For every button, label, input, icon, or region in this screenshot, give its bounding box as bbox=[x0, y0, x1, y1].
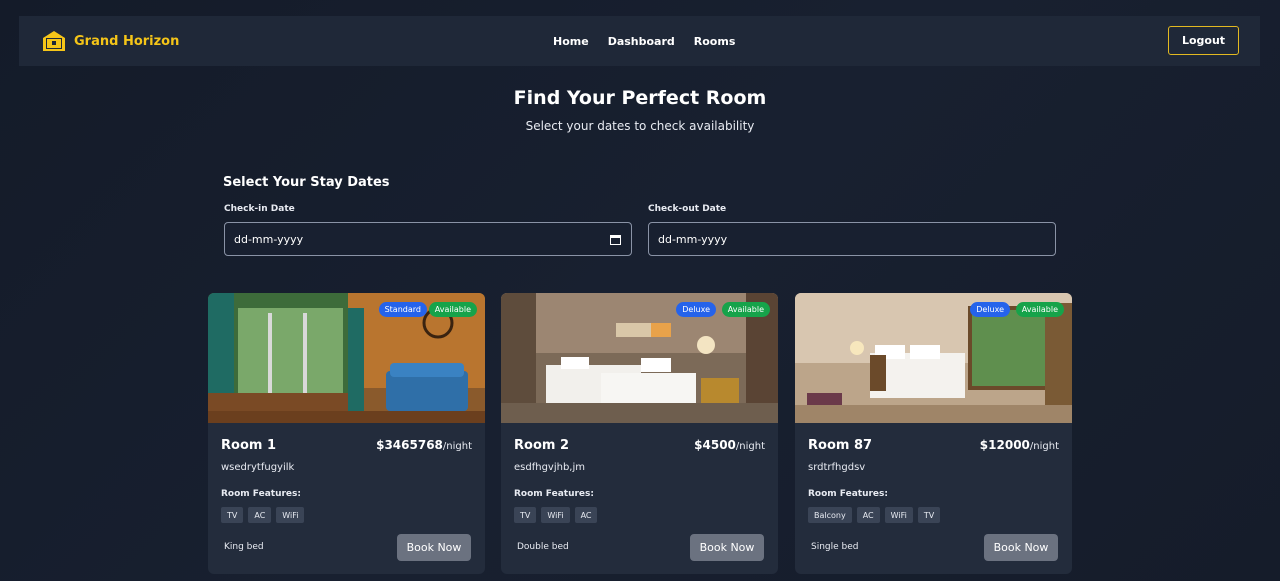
price-value: $3465768 bbox=[376, 438, 443, 452]
room-description: wsedrytfugyilk bbox=[221, 462, 295, 473]
book-now-button[interactable]: Book Now bbox=[690, 534, 764, 561]
room-price: $12000/night bbox=[980, 438, 1059, 452]
checkout-label: Check-out Date bbox=[648, 204, 727, 214]
bed-type: King bed bbox=[224, 542, 264, 552]
room-price: $4500/night bbox=[694, 438, 765, 452]
price-unit: /night bbox=[442, 441, 472, 452]
dates-section-title: Select Your Stay Dates bbox=[223, 175, 390, 190]
brand-name: Grand Horizon bbox=[74, 33, 180, 49]
feature-tag: TV bbox=[514, 507, 537, 523]
feature-tag: TV bbox=[917, 507, 941, 523]
feature-tag: WiFi bbox=[276, 507, 305, 523]
feature-tag: WiFi bbox=[541, 507, 570, 523]
feature-tag: Balcony bbox=[808, 507, 852, 523]
feature-tag: AC bbox=[856, 507, 880, 523]
nav-link-home[interactable]: Home bbox=[553, 35, 589, 48]
book-now-button[interactable]: Book Now bbox=[984, 534, 1058, 561]
room-name: Room 87 bbox=[808, 438, 873, 453]
features-list: TV AC WiFi bbox=[221, 507, 305, 523]
checkin-placeholder: dd-mm-yyyy bbox=[234, 232, 304, 246]
bed-type: Double bed bbox=[517, 542, 569, 552]
features-title: Room Features: bbox=[221, 489, 301, 499]
checkout-date-input[interactable]: dd-mm-yyyy bbox=[648, 222, 1056, 256]
room-card: Deluxe Available Room 87 $12000/night sr… bbox=[795, 293, 1072, 574]
feature-tag: TV bbox=[221, 507, 244, 523]
features-list: Balcony AC WiFi TV bbox=[808, 507, 941, 523]
price-value: $4500 bbox=[694, 438, 736, 452]
availability-badge: Available bbox=[428, 302, 477, 317]
room-type-badge: Standard bbox=[378, 302, 427, 317]
features-title: Room Features: bbox=[808, 489, 888, 499]
checkin-label: Check-in Date bbox=[224, 204, 295, 214]
room-description: srdtrfhgdsv bbox=[808, 462, 866, 473]
room-name: Room 1 bbox=[221, 438, 276, 453]
room-name: Room 2 bbox=[514, 438, 569, 453]
price-value: $12000 bbox=[979, 438, 1030, 452]
feature-tag: AC bbox=[248, 507, 272, 523]
page-title: Find Your Perfect Room bbox=[513, 87, 767, 109]
room-type-badge: Deluxe bbox=[676, 302, 716, 317]
house-icon bbox=[43, 31, 65, 51]
navbar: Grand Horizon Home Dashboard Rooms Logou… bbox=[19, 16, 1260, 66]
feature-tag: WiFi bbox=[884, 507, 913, 523]
availability-badge: Available bbox=[721, 302, 770, 317]
checkin-date-input[interactable]: dd-mm-yyyy bbox=[224, 222, 632, 256]
price-unit: /night bbox=[1029, 441, 1059, 452]
checkout-placeholder: dd-mm-yyyy bbox=[658, 232, 728, 246]
book-now-button[interactable]: Book Now bbox=[397, 534, 471, 561]
room-price: $3465768/night bbox=[376, 438, 472, 452]
logout-button[interactable]: Logout bbox=[1168, 26, 1239, 55]
price-unit: /night bbox=[735, 441, 765, 452]
nav-link-dashboard[interactable]: Dashboard bbox=[608, 35, 675, 48]
room-card: Deluxe Available Room 2 $4500/night esdf… bbox=[501, 293, 778, 574]
feature-tag: AC bbox=[574, 507, 598, 523]
page-subtitle: Select your dates to check availability bbox=[525, 119, 755, 133]
room-card: Standard Available Room 1 $3465768/night… bbox=[208, 293, 485, 574]
calendar-icon[interactable] bbox=[610, 234, 621, 245]
availability-badge: Available bbox=[1015, 302, 1064, 317]
room-type-badge: Deluxe bbox=[970, 302, 1010, 317]
nav-link-rooms[interactable]: Rooms bbox=[694, 35, 736, 48]
nav-links: Home Dashboard Rooms bbox=[553, 16, 754, 66]
brand-logo[interactable]: Grand Horizon bbox=[42, 16, 179, 66]
room-description: esdfhgvjhb,jm bbox=[514, 462, 585, 473]
features-title: Room Features: bbox=[514, 489, 594, 499]
bed-type: Single bed bbox=[811, 542, 859, 552]
features-list: TV WiFi AC bbox=[514, 507, 598, 523]
